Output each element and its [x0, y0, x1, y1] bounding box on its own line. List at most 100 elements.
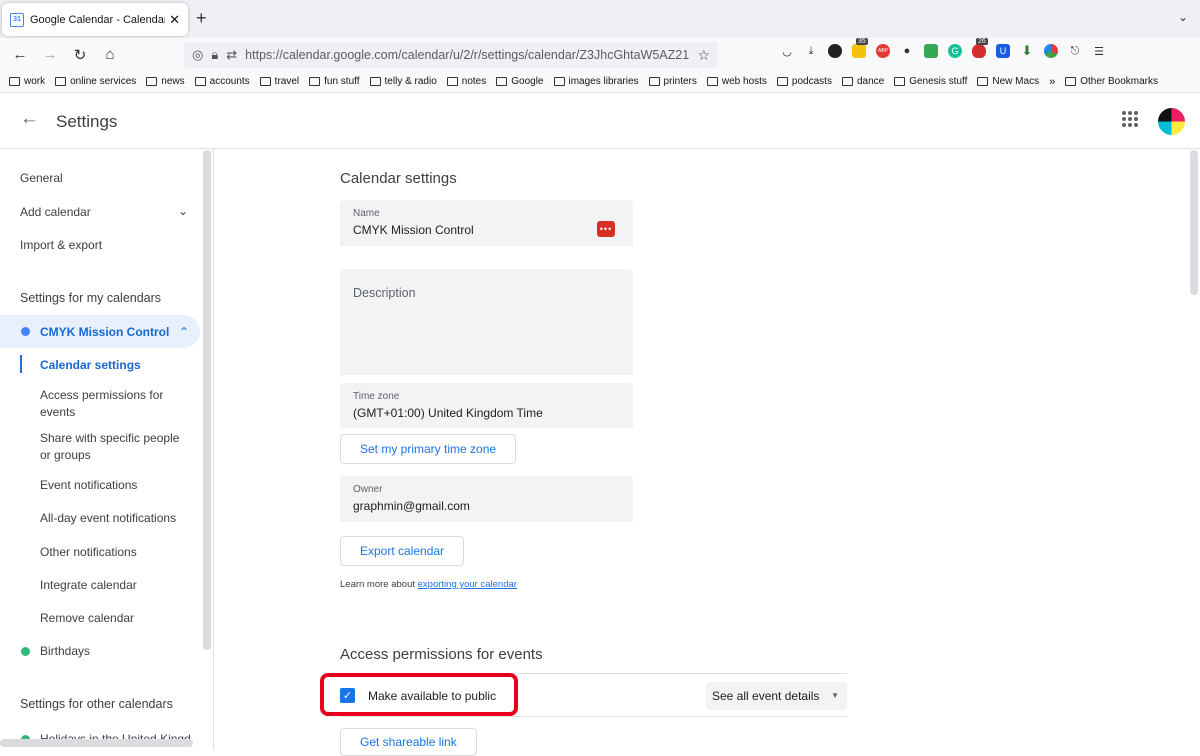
sidebar-item-calendar-settings[interactable]: Calendar settings	[40, 357, 190, 374]
bookmark-label: New Macs	[992, 76, 1040, 87]
back-arrow-icon[interactable]: ←	[5, 46, 35, 63]
bookmark-folder[interactable]: Genesis stuff	[894, 76, 967, 87]
sidebar-item-remove-calendar[interactable]: Remove calendar	[40, 610, 190, 627]
folder-icon	[496, 77, 508, 86]
bookmark-folder[interactable]: travel	[259, 76, 300, 87]
more-bookmarks-icon[interactable]: »	[1049, 76, 1055, 88]
github-icon[interactable]	[828, 44, 842, 58]
sidebar-item-all-day-notifications[interactable]: All-day event notifications	[40, 510, 190, 527]
bookmark-folder[interactable]: notes	[446, 76, 486, 87]
close-tab-icon[interactable]: ✕	[169, 12, 180, 28]
forward-arrow-icon[interactable]: →	[35, 46, 65, 63]
home-icon[interactable]: ⌂	[95, 46, 125, 63]
bookmark-folder[interactable]: accounts	[194, 76, 250, 87]
sheets-extension-icon[interactable]	[924, 44, 938, 58]
ublock-icon[interactable]: 26	[972, 38, 988, 58]
bookmarks-bar: work online services news accounts travel fun…	[0, 71, 1200, 93]
chevron-down-icon[interactable]: ⌄	[178, 204, 188, 218]
folder-icon	[648, 77, 660, 86]
more-options-icon[interactable]: •••	[597, 221, 615, 237]
visibility-select[interactable]: See all event details ▼	[706, 682, 847, 710]
grammarly-icon[interactable]: G	[948, 44, 962, 58]
bookmark-label: printers	[663, 76, 697, 87]
shield-icon[interactable]: ◎	[192, 47, 203, 63]
folder-icon	[369, 77, 381, 86]
folder-icon	[894, 77, 906, 86]
page-title: Settings	[56, 112, 118, 131]
sidebar-item-other-notifications[interactable]: Other notifications	[40, 544, 190, 561]
set-primary-timezone-button[interactable]: Set my primary time zone	[340, 434, 517, 464]
sidebar-item-share[interactable]: Share with specific people or groups	[40, 430, 190, 463]
birthdays-color-dot	[21, 647, 30, 656]
url-path: /calendar/u/2/r/settings/calendar/Z3JhcG…	[398, 48, 690, 62]
permissions-icon[interactable]: ⇄	[226, 47, 237, 63]
name-label: Name	[353, 208, 380, 219]
avatar[interactable]	[1158, 108, 1185, 135]
notes-extension-icon[interactable]: 35	[852, 38, 868, 58]
sidebar-item-access-permissions[interactable]: Access permissions for events	[40, 387, 190, 420]
bookmark-folder[interactable]: news	[146, 76, 185, 87]
folder-icon	[55, 77, 67, 86]
exporting-calendar-link[interactable]: exporting your calendar	[418, 579, 517, 590]
sidebar-item-add-calendar[interactable]: Add calendar	[20, 205, 91, 219]
sidebar-item-event-notifications[interactable]: Event notifications	[40, 477, 190, 494]
sidebar-item-import-export[interactable]: Import & export	[20, 238, 102, 252]
bookmark-folder[interactable]: podcasts	[776, 76, 832, 87]
get-shareable-link-button[interactable]: Get shareable link	[340, 728, 477, 756]
description-field[interactable]: Description	[340, 269, 633, 375]
learn-more-text: Learn more about exporting your calendar	[340, 579, 517, 590]
bookmark-folder[interactable]: online services	[55, 76, 136, 87]
menu-icon[interactable]: ☰	[1092, 44, 1106, 58]
lock-icon[interactable]: 🔒︎	[211, 47, 218, 63]
color-wheel-icon[interactable]	[1044, 44, 1058, 58]
pocket-icon[interactable]: ◡	[780, 44, 794, 58]
export-calendar-button[interactable]: Export calendar	[340, 536, 465, 566]
paw-icon[interactable]: ●	[900, 44, 914, 58]
bookmark-folder[interactable]: work	[9, 76, 45, 87]
sidebar-horizontal-scrollbar[interactable]	[0, 739, 193, 747]
bookmark-folder[interactable]: telly & radio	[369, 76, 437, 87]
reload-icon[interactable]: ↻	[65, 46, 95, 64]
bookmark-label: web hosts	[721, 76, 767, 87]
name-value: CMYK Mission Control	[353, 223, 474, 237]
app-header: ← Settings	[0, 93, 1200, 149]
back-arrow-icon[interactable]: ←	[20, 108, 39, 130]
bitwarden-icon[interactable]: U	[996, 44, 1010, 58]
bookmark-folder[interactable]: printers	[648, 76, 697, 87]
sidebar-item-integrate-calendar[interactable]: Integrate calendar	[40, 577, 190, 594]
bookmark-folder[interactable]: Google	[496, 76, 544, 87]
timezone-label: Time zone	[353, 391, 400, 402]
bookmark-folder[interactable]: dance	[841, 76, 884, 87]
folder-icon	[259, 77, 271, 86]
bookmark-label: podcasts	[791, 76, 832, 87]
new-tab-icon[interactable]: +	[196, 8, 207, 29]
share-icon[interactable]: ⎋	[1068, 44, 1082, 58]
bookmark-label: travel	[274, 76, 300, 87]
sidebar-item-birthdays[interactable]: Birthdays	[40, 644, 90, 658]
other-bookmarks-folder[interactable]: Other Bookmarks	[1065, 76, 1158, 87]
bookmark-star-icon[interactable]: ☆	[697, 47, 710, 64]
sidebar-item-general[interactable]: General	[20, 171, 63, 185]
folder-icon	[977, 77, 989, 86]
owner-label: Owner	[353, 484, 383, 495]
sidebar-scrollbar[interactable]	[203, 150, 211, 650]
bookmark-folder[interactable]: New Macs	[977, 76, 1039, 87]
chevron-down-icon[interactable]: ⌄	[1178, 10, 1188, 24]
name-field[interactable]: Name CMYK Mission Control •••	[340, 200, 633, 246]
bookmark-folder[interactable]: web hosts	[706, 76, 767, 87]
google-apps-icon[interactable]	[1122, 111, 1138, 127]
browser-tab[interactable]: 31 Google Calendar - Calendar set ✕	[2, 3, 188, 36]
bookmark-label: telly & radio	[384, 76, 437, 87]
timezone-field[interactable]: Time zone (GMT+01:00) United Kingdom Tim…	[340, 383, 633, 428]
folder-icon	[706, 77, 718, 86]
extension-badge: 35	[856, 38, 868, 45]
bookmark-folder[interactable]: images libraries	[553, 76, 639, 87]
bookmark-label: online services	[70, 76, 137, 87]
url-bar[interactable]: ◎ 🔒︎ ⇄ https://calendar.google.com/calen…	[184, 42, 718, 68]
main-scrollbar[interactable]	[1190, 150, 1198, 295]
chevron-up-icon[interactable]: ⌃	[179, 325, 189, 339]
download-icon[interactable]: ⤓	[804, 44, 818, 58]
adblock-icon[interactable]: ABP	[876, 44, 890, 58]
bookmark-folder[interactable]: fun stuff	[309, 76, 360, 87]
green-arrow-icon[interactable]: ⬇	[1020, 43, 1034, 58]
